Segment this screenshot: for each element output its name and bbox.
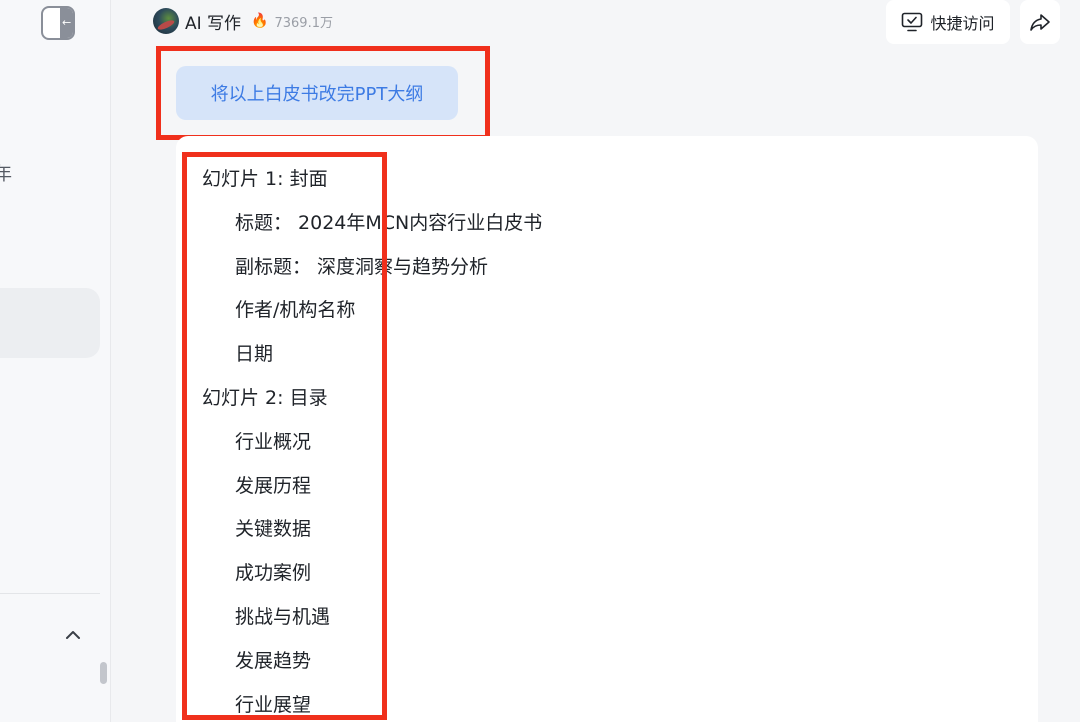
sidebar-collapse-icon[interactable]: ←: [41, 6, 75, 40]
sidebar-scrollbar[interactable]: [100, 662, 107, 684]
share-button[interactable]: [1020, 0, 1060, 44]
sidebar-divider: [0, 593, 100, 594]
sidebar-clipped-label: 年: [0, 164, 12, 185]
annotation-highlight-prompt: [156, 46, 490, 140]
quick-access-label: 快捷访问: [930, 14, 995, 33]
quick-access-button[interactable]: 快捷访问: [886, 0, 1010, 44]
annotation-highlight-outline: [182, 152, 387, 720]
chevron-up-icon[interactable]: [64, 626, 82, 644]
fire-icon: 🔥: [251, 13, 269, 29]
sidebar: ← 年: [0, 0, 111, 722]
app-title[interactable]: AI 写作: [185, 9, 241, 34]
hot-count: 7369.1万: [274, 15, 333, 31]
app-avatar[interactable]: [153, 8, 179, 34]
share-icon: [1030, 14, 1050, 31]
monitor-check-icon: [902, 12, 923, 32]
sidebar-item-active[interactable]: [0, 288, 100, 358]
app-header: AI 写作 🔥 7369.1万: [153, 8, 333, 34]
